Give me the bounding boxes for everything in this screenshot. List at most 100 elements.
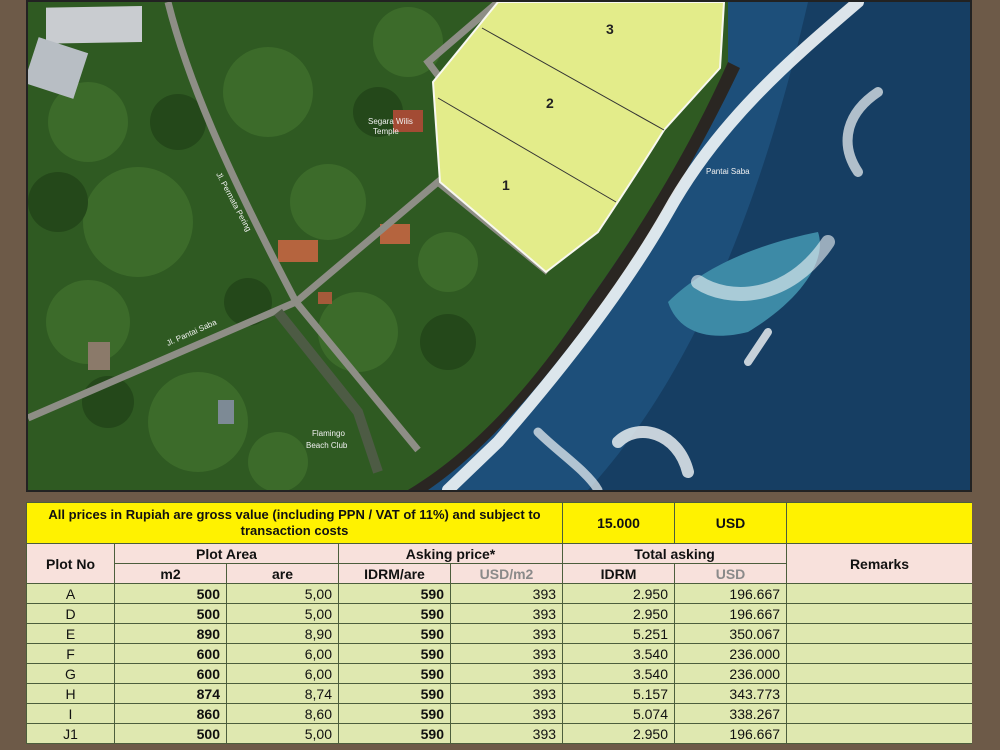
header-m2: m2 (114, 563, 227, 584)
cell-usd-m2: 393 (449, 723, 564, 744)
cell-are: 8,74 (226, 683, 339, 704)
table-row: A 500 5,00 590 393 2.950 196.667 (26, 583, 972, 604)
cell-remarks (786, 703, 972, 724)
cell-are: 5,00 (226, 723, 339, 744)
cell-usd: 236.000 (674, 643, 788, 664)
cell-idrm: 2.950 (562, 603, 676, 624)
aerial-map: 1 2 3 Segara Wilis Temple Jl. Permata Pe… (26, 0, 972, 492)
cell-m2: 874 (114, 683, 227, 704)
cell-usd: 236.000 (674, 663, 788, 684)
cell-idrm-are: 590 (338, 703, 451, 724)
cell-idrm: 5.251 (562, 623, 676, 644)
header-total-asking: Total asking (562, 543, 788, 564)
cell-idrm: 2.950 (562, 723, 676, 744)
cell-remarks (786, 583, 972, 604)
plot-number: 2 (546, 95, 554, 111)
header-asking-price: Asking price* (337, 543, 564, 564)
cell-are: 5,00 (226, 583, 339, 604)
cell-idrm-are: 590 (338, 683, 451, 704)
header-usd: USD (674, 563, 788, 584)
cell-plot: G (26, 663, 115, 684)
cell-are: 5,00 (226, 603, 339, 624)
table-row: D 500 5,00 590 393 2.950 196.667 (26, 603, 972, 624)
header-plot-area: Plot Area (114, 543, 339, 564)
cell-usd-m2: 393 (449, 583, 564, 604)
cell-remarks (786, 663, 972, 684)
club-label-line1: Flamingo (312, 429, 345, 438)
beach-label: Pantai Saba (706, 167, 750, 176)
cell-usd: 196.667 (674, 723, 788, 744)
cell-usd-m2: 393 (449, 643, 564, 664)
header-usd-m2: USD/m2 (449, 563, 564, 584)
cell-are: 8,90 (226, 623, 339, 644)
cell-idrm: 3.540 (562, 643, 676, 664)
cell-idrm-are: 590 (338, 603, 451, 624)
cell-idrm: 2.950 (562, 583, 676, 604)
table-row: E 890 8,90 590 393 5.251 350.067 (26, 623, 972, 644)
cell-are: 6,00 (226, 663, 339, 684)
cell-m2: 600 (114, 663, 227, 684)
cell-idrm: 5.157 (562, 683, 676, 704)
temple-label-line1: Segara Wilis (368, 117, 413, 126)
cell-remarks (786, 603, 972, 624)
header-idrm: IDRM (562, 563, 676, 584)
table-body: A 500 5,00 590 393 2.950 196.667 D 500 5,00 590 393… (26, 583, 972, 744)
club-label-line2: Beach Club (306, 441, 348, 450)
cell-remarks (786, 623, 972, 644)
temple-label-line2: Temple (373, 127, 399, 136)
table-row: J1 500 5,00 590 393 2.950 196.667 (26, 723, 972, 744)
header-are: are (226, 563, 339, 584)
cell-usd: 343.773 (674, 683, 788, 704)
plot-number: 1 (502, 177, 510, 193)
cell-usd-m2: 393 (449, 603, 564, 624)
cell-idrm-are: 590 (338, 723, 451, 744)
cell-remarks (786, 723, 972, 744)
cell-idrm-are: 590 (338, 623, 451, 644)
cell-m2: 890 (114, 623, 227, 644)
header-plot-no: Plot No (26, 543, 115, 584)
cell-usd: 196.667 (674, 583, 788, 604)
cell-usd-m2: 393 (449, 623, 564, 644)
cell-idrm-are: 590 (338, 583, 451, 604)
cell-plot: D (26, 603, 115, 624)
header-remarks: Remarks (786, 543, 972, 584)
cell-idrm-are: 590 (338, 663, 451, 684)
blank-cell (786, 502, 972, 544)
price-note: All prices in Rupiah are gross value (in… (26, 502, 564, 544)
cell-plot: F (26, 643, 115, 664)
currency-label: USD (674, 502, 788, 544)
price-table: All prices in Rupiah are gross value (in… (26, 502, 972, 744)
cell-usd-m2: 393 (449, 683, 564, 704)
table-row: G 600 6,00 590 393 3.540 236.000 (26, 663, 972, 684)
cell-remarks (786, 683, 972, 704)
plot-number: 3 (606, 21, 614, 37)
table-row: I 860 8,60 590 393 5.074 338.267 (26, 703, 972, 724)
map-canvas: 1 2 3 Segara Wilis Temple Jl. Permata Pe… (28, 2, 970, 490)
cell-plot: A (26, 583, 115, 604)
cell-plot: I (26, 703, 115, 724)
cell-m2: 860 (114, 703, 227, 724)
exchange-rate: 15.000 (562, 502, 676, 544)
header-idrm-are: IDRM/are (338, 563, 451, 584)
cell-remarks (786, 643, 972, 664)
cell-idrm: 3.540 (562, 663, 676, 684)
cell-usd: 350.067 (674, 623, 788, 644)
cell-m2: 500 (114, 723, 227, 744)
cell-plot: E (26, 623, 115, 644)
cell-are: 8,60 (226, 703, 339, 724)
table-row: F 600 6,00 590 393 3.540 236.000 (26, 643, 972, 664)
cell-usd: 196.667 (674, 603, 788, 624)
cell-idrm-are: 590 (338, 643, 451, 664)
cell-usd-m2: 393 (449, 663, 564, 684)
cell-usd-m2: 393 (449, 703, 564, 724)
price-table-panel: All prices in Rupiah are gross value (in… (26, 502, 972, 750)
cell-usd: 338.267 (674, 703, 788, 724)
cell-idrm: 5.074 (562, 703, 676, 724)
table-row: H 874 8,74 590 393 5.157 343.773 (26, 683, 972, 704)
cell-plot: H (26, 683, 115, 704)
cell-m2: 500 (114, 583, 227, 604)
cell-m2: 600 (114, 643, 227, 664)
cell-are: 6,00 (226, 643, 339, 664)
cell-plot: J1 (26, 723, 115, 744)
cell-m2: 500 (114, 603, 227, 624)
